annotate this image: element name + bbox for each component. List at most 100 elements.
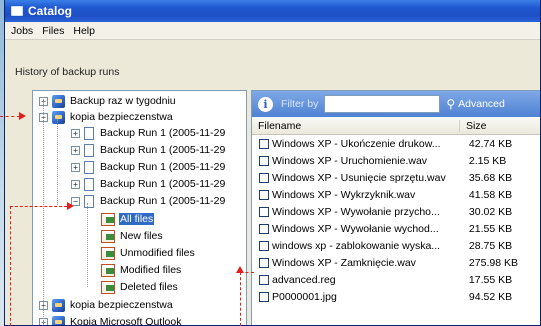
file-size: 17.55 KB: [468, 273, 513, 286]
tree-node-label: kopia bezpieczenstwa: [70, 299, 173, 311]
file-checkbox[interactable]: [259, 189, 269, 200]
tree-node[interactable]: + Backup Run 1 (2005-11-29: [71, 159, 226, 175]
file-row[interactable]: Windows XP - Usunięcie sprzętu.wav 35.68 …: [252, 169, 540, 186]
info-icon[interactable]: i: [258, 96, 273, 112]
tree-node[interactable]: New files: [101, 228, 164, 244]
file-name: Windows XP - Ukończenie drukow...: [272, 137, 441, 150]
file-name: Windows XP - Wywołanie wychod...: [272, 222, 439, 235]
file-row[interactable]: Windows XP - Zamknięcie.wav 275.98 KB: [252, 254, 540, 271]
expand-icon[interactable]: +: [71, 179, 80, 189]
file-rows: Windows XP - Ukończenie drukow... 42.74 K…: [252, 135, 540, 305]
file-checkbox[interactable]: [259, 274, 269, 285]
document-icon: [84, 194, 94, 208]
tree-node[interactable]: + Backup Run 1 (2005-11-29: [71, 176, 226, 192]
menu-files[interactable]: Files: [42, 25, 64, 37]
database-icon: [52, 94, 65, 108]
tree-node[interactable]: − kopia bezpieczenstwa: [39, 109, 174, 125]
database-icon: [52, 298, 65, 312]
tree-node[interactable]: Unmodified files: [101, 245, 196, 261]
app-icon: [11, 6, 23, 16]
file-row[interactable]: Windows XP - Wywołanie wychod... 21.55 KB: [252, 220, 540, 237]
file-row[interactable]: Windows XP - Uruchomienie.wav 2.15 KB: [252, 152, 540, 169]
file-name: Windows XP - Wywołanie przycho...: [272, 205, 440, 218]
callout-arrow: [19, 112, 26, 120]
document-icon: [84, 160, 94, 174]
file-list-panel: i Filter by ⚲ Advanced Filename Size Win…: [251, 90, 540, 325]
tree-connector: [43, 101, 44, 323]
file-checkbox[interactable]: [259, 240, 269, 251]
search-icon[interactable]: ⚲: [446, 97, 455, 111]
column-size[interactable]: Size: [460, 120, 540, 132]
callout-line: [10, 206, 11, 326]
tree-node[interactable]: + Backup Run 1 (2005-11-29: [71, 142, 226, 158]
expand-icon[interactable]: +: [71, 128, 80, 138]
tree-node-label: Backup Run 1 (2005-11-29: [100, 195, 226, 207]
file-checkbox[interactable]: [259, 291, 269, 302]
file-checkbox[interactable]: [259, 257, 269, 268]
tree-node-label: Backup Run 1 (2005-11-29: [100, 161, 226, 173]
file-checkbox[interactable]: [259, 155, 269, 166]
file-size: 35.68 KB: [468, 171, 513, 184]
tree-node-label: Backup raz w tygodniu: [70, 95, 176, 107]
file-checkbox[interactable]: [259, 206, 269, 217]
filter-label: Filter by: [281, 98, 319, 110]
column-filename[interactable]: Filename: [252, 119, 460, 132]
file-size: 42.74 KB: [468, 137, 513, 150]
document-icon: [84, 143, 94, 157]
file-checkbox[interactable]: [259, 223, 269, 234]
tree-node[interactable]: Modified files: [101, 262, 182, 278]
menu-bar: Jobs Files Help: [5, 22, 540, 40]
tree-connector: [57, 119, 58, 205]
file-name: advanced.reg: [272, 273, 336, 286]
file-size: 275.98 KB: [468, 256, 518, 269]
menu-help[interactable]: Help: [73, 25, 95, 37]
file-row[interactable]: windows xp - zablokowanie wyska... 28.75 …: [252, 237, 540, 254]
file-size: 94.52 KB: [468, 290, 513, 303]
tree-connector: [87, 203, 88, 287]
file-name: P0000001.jpg: [272, 290, 337, 303]
tree-node[interactable]: + Backup Run 1 (2005-11-29: [71, 125, 226, 141]
tree-node-label: Unmodified files: [120, 247, 195, 259]
tree-node[interactable]: All files: [101, 211, 155, 227]
file-checkbox[interactable]: [259, 138, 269, 149]
file-name: Windows XP - Wykrzyknik.wav: [272, 188, 416, 201]
tree-node-label: Deleted files: [120, 281, 178, 293]
tree-node-label: Modified files: [120, 264, 182, 276]
file-row[interactable]: advanced.reg 17.55 KB: [252, 271, 540, 288]
filter-icon: [101, 263, 115, 277]
title-bar[interactable]: Catalog: [5, 0, 540, 22]
filter-bar: i Filter by ⚲ Advanced: [252, 91, 540, 117]
tree-node-label: Backup Run 1 (2005-11-29: [100, 178, 226, 190]
file-name: windows xp - zablokowanie wyska...: [272, 239, 441, 252]
tree-node[interactable]: Deleted files: [101, 279, 179, 295]
filter-icon: [101, 229, 115, 243]
document-icon: [84, 177, 94, 191]
file-size: 41.58 KB: [468, 188, 513, 201]
tree-node[interactable]: − Backup Run 1 (2005-11-29: [71, 193, 226, 209]
backup-tree: + Backup raz w tygodniu − kopia bezpieczens…: [32, 90, 247, 325]
menu-jobs[interactable]: Jobs: [11, 25, 33, 37]
callout-line: [240, 272, 254, 273]
tree-node[interactable]: + kopia bezpieczenstwa: [39, 297, 174, 313]
file-size: 21.55 KB: [468, 222, 513, 235]
filter-icon: [101, 246, 115, 260]
file-row[interactable]: Windows XP - Wykrzyknik.wav 41.58 KB: [252, 186, 540, 203]
file-row[interactable]: Windows XP - Ukończenie drukow... 42.74 K…: [252, 135, 540, 152]
file-size: 30.02 KB: [468, 205, 513, 218]
callout-line: [10, 206, 67, 207]
expand-icon[interactable]: +: [71, 162, 80, 172]
catalog-window: Catalog Jobs Files Help History of backu…: [4, 0, 541, 326]
file-size: 2.15 KB: [468, 154, 507, 167]
advanced-button[interactable]: Advanced: [458, 98, 505, 110]
tree-node-label: New files: [120, 230, 163, 242]
file-row[interactable]: Windows XP - Wywołanie przycho... 30.02 K…: [252, 203, 540, 220]
file-checkbox[interactable]: [259, 172, 269, 183]
expand-icon[interactable]: +: [71, 145, 80, 155]
file-row[interactable]: P0000001.jpg 94.52 KB: [252, 288, 540, 305]
tree-node[interactable]: + Kopia Microsoft Outlook: [39, 314, 182, 325]
database-icon: [52, 110, 65, 124]
filter-input[interactable]: [324, 95, 441, 113]
tree-node-label: All files: [119, 213, 155, 225]
filter-icon: [101, 280, 115, 294]
tree-node[interactable]: + Backup raz w tygodniu: [39, 93, 177, 109]
